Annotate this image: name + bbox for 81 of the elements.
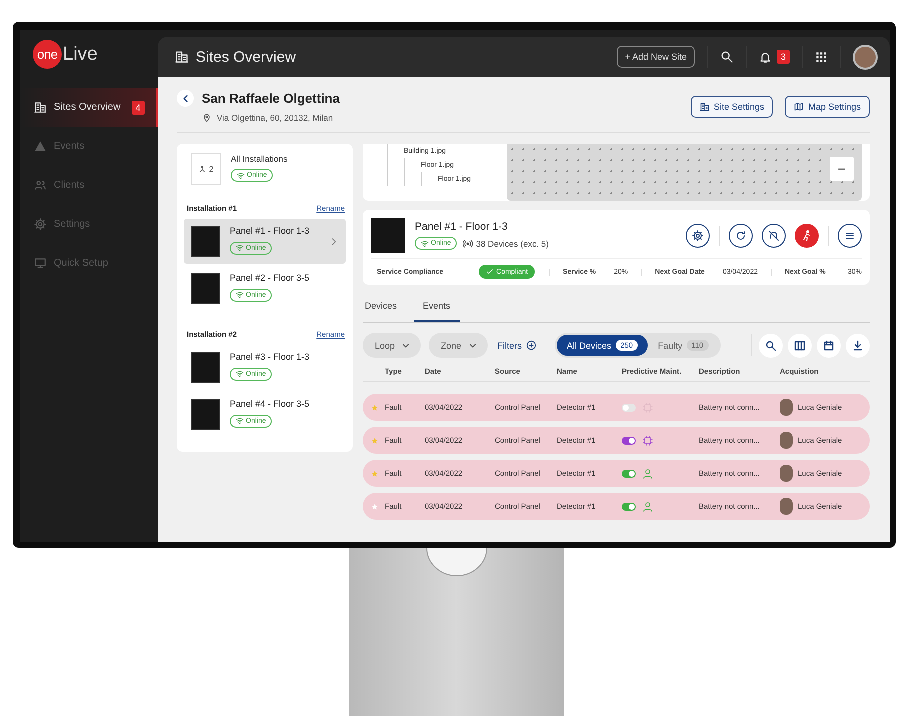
panel-thumbnail bbox=[191, 226, 220, 257]
menu-button[interactable] bbox=[838, 224, 862, 248]
running-person-button[interactable] bbox=[795, 224, 819, 248]
warning-icon bbox=[34, 140, 47, 153]
settings-button[interactable] bbox=[686, 224, 710, 248]
notification-badge: 3 bbox=[776, 50, 790, 64]
site-address: Via Olgettina, 60, 20132, Milan bbox=[217, 113, 334, 123]
person-icon bbox=[642, 468, 654, 480]
avatar bbox=[780, 399, 793, 416]
panel-name: Panel #4 - Floor 3-5 bbox=[230, 399, 311, 409]
user-avatar[interactable] bbox=[853, 44, 878, 70]
avatar bbox=[780, 465, 793, 482]
wifi-icon bbox=[421, 240, 429, 248]
building-icon bbox=[34, 101, 47, 114]
avatar bbox=[780, 432, 793, 449]
search-icon bbox=[720, 50, 734, 64]
add-site-button[interactable]: + Add New Site bbox=[617, 46, 695, 68]
muted-bell-button[interactable] bbox=[762, 224, 786, 248]
tab[interactable]: Events bbox=[414, 295, 460, 322]
signal-icon bbox=[463, 238, 474, 248]
muted-bell-icon bbox=[768, 230, 780, 242]
search-button[interactable] bbox=[759, 334, 783, 358]
device-count: 38 Devices (exc. 5) bbox=[476, 238, 549, 248]
settings-icon bbox=[692, 230, 704, 242]
wifi-icon bbox=[236, 291, 244, 299]
refresh-icon bbox=[735, 230, 747, 242]
zoom-out-button[interactable]: − bbox=[830, 157, 854, 181]
apps-grid-icon bbox=[815, 50, 828, 64]
calendar-icon bbox=[823, 340, 835, 352]
back-button[interactable] bbox=[177, 90, 194, 107]
toggle-switch[interactable] bbox=[622, 404, 636, 412]
building-icon bbox=[175, 50, 189, 64]
panel-thumbnail bbox=[371, 218, 405, 253]
people-icon bbox=[34, 179, 47, 192]
installation-count-tile[interactable]: 2 bbox=[191, 153, 221, 185]
settings-icon bbox=[34, 218, 47, 231]
chip-icon bbox=[642, 434, 654, 446]
calendar-button[interactable] bbox=[817, 334, 841, 358]
panel-thumbnail bbox=[191, 352, 220, 383]
panel-thumbnail bbox=[191, 399, 220, 430]
download-icon bbox=[852, 340, 864, 352]
map-icon bbox=[794, 102, 804, 112]
refresh-button[interactable] bbox=[729, 224, 753, 248]
panel-name: Panel #2 - Floor 3-5 bbox=[230, 273, 311, 283]
toggle-switch[interactable] bbox=[622, 502, 636, 510]
tab[interactable]: Devices bbox=[363, 295, 406, 322]
panel-thumbnail bbox=[191, 273, 220, 304]
logo-mark: one bbox=[33, 40, 62, 69]
location-pin-icon bbox=[202, 113, 212, 123]
hierarchy-icon bbox=[198, 164, 208, 174]
bell-icon bbox=[758, 50, 772, 64]
toggle-switch[interactable] bbox=[622, 436, 636, 444]
plus-circle-icon bbox=[526, 340, 538, 351]
avatar bbox=[780, 498, 793, 515]
settings-button[interactable]: Map Settings bbox=[785, 96, 870, 118]
wifi-icon bbox=[237, 172, 245, 180]
monitor-icon bbox=[34, 257, 47, 270]
filter-dropdown[interactable]: Loop bbox=[363, 333, 422, 358]
panel-name: Panel #3 - Floor 1-3 bbox=[230, 352, 311, 362]
page-title: Sites Overview bbox=[196, 48, 298, 66]
wifi-icon bbox=[236, 244, 244, 252]
filter-dropdown[interactable]: Zone bbox=[429, 333, 488, 358]
search-icon bbox=[765, 340, 777, 352]
download-button[interactable] bbox=[846, 334, 870, 358]
running-person-icon bbox=[801, 230, 813, 242]
building-icon bbox=[700, 102, 710, 112]
logo-text: Live bbox=[63, 44, 98, 66]
check-icon bbox=[486, 268, 494, 276]
site-name: San Raffaele Olgettina bbox=[202, 91, 340, 106]
toggle-switch[interactable] bbox=[622, 470, 636, 478]
wifi-icon bbox=[236, 370, 244, 378]
all-installations-label: All Installations bbox=[231, 154, 288, 164]
settings-button[interactable]: Site Settings bbox=[690, 96, 774, 118]
count-badge: 4 bbox=[132, 100, 145, 114]
columns-button[interactable] bbox=[788, 334, 812, 358]
columns-icon bbox=[794, 340, 806, 352]
panel-name: Panel #1 - Floor 1-3 bbox=[230, 226, 311, 236]
filters-link[interactable]: Filters bbox=[498, 340, 538, 351]
panel-title: Panel #1 - Floor 1-3 bbox=[415, 221, 509, 233]
person-icon bbox=[642, 500, 654, 512]
wifi-icon bbox=[236, 417, 244, 425]
